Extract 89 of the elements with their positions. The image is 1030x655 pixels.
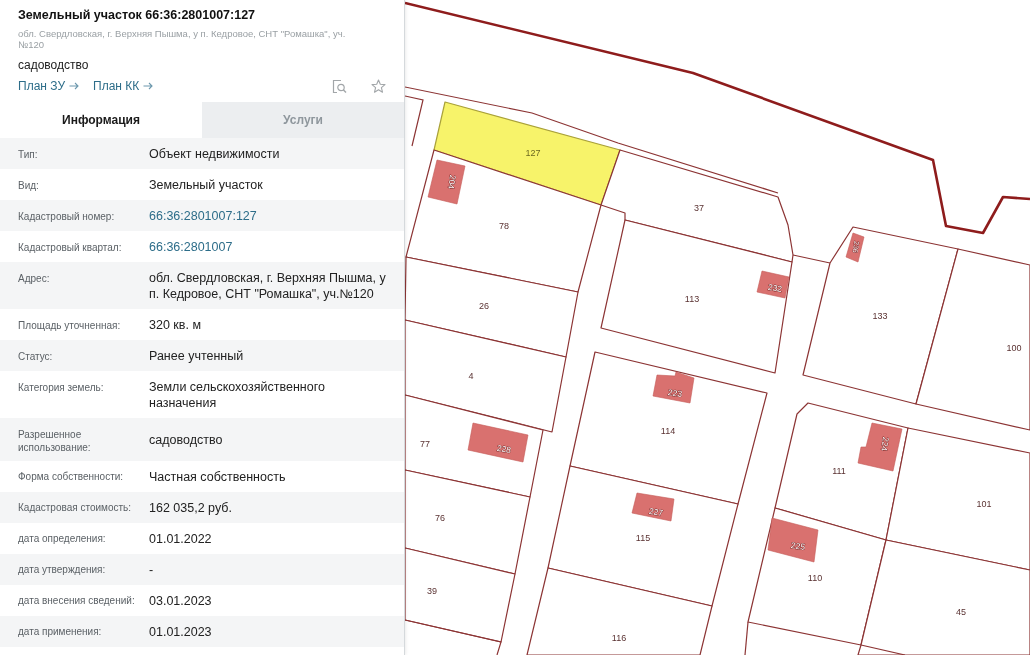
selected-land-parcel[interactable] xyxy=(433,101,621,206)
field-label: дата утверждения: xyxy=(18,563,107,576)
building-number: 204 xyxy=(445,174,459,190)
building-number: 225 xyxy=(790,540,806,552)
field-label: Категория земель: xyxy=(18,380,105,394)
building-number: 232 xyxy=(767,281,783,295)
field-value: - xyxy=(149,561,155,578)
land-parcel[interactable] xyxy=(405,149,602,293)
land-parcel[interactable] xyxy=(547,465,739,607)
land-parcel[interactable] xyxy=(405,256,579,358)
plan-link[interactable]: План КК xyxy=(93,79,154,93)
building-number: 223 xyxy=(667,387,683,399)
field-value: садоводство xyxy=(149,431,224,448)
building xyxy=(767,517,819,563)
parcel-number: 110 xyxy=(807,573,823,583)
building-number: 227 xyxy=(648,505,664,519)
parcel-number: 37 xyxy=(694,203,704,213)
field-label: Кадастровая стоимость: xyxy=(18,501,133,514)
field-label: Кадастровый номер: xyxy=(18,209,116,223)
parcel-number: 101 xyxy=(976,499,992,509)
parcel-title: Земельный участок 66:36:2801007:127 xyxy=(18,7,257,23)
field-value: 320 кв. м xyxy=(149,317,202,333)
building xyxy=(652,371,695,404)
field-label: Тип: xyxy=(18,147,39,161)
building-number: 224 xyxy=(878,436,892,452)
field-value: Земли сельскохозяйственного назначения xyxy=(149,379,326,411)
land-parcel[interactable] xyxy=(802,226,959,405)
building xyxy=(756,270,790,299)
star-icon[interactable] xyxy=(371,78,386,94)
parcel-number: 115 xyxy=(635,533,651,543)
parcel-number: 133 xyxy=(872,311,888,321)
land-parcel[interactable] xyxy=(405,469,531,575)
land-parcel[interactable] xyxy=(405,547,516,643)
field-label: Вид: xyxy=(18,178,40,192)
building xyxy=(857,422,903,472)
field-value: Земельный участок xyxy=(149,177,264,193)
land-parcel[interactable] xyxy=(405,319,567,433)
field-value: 01.01.2023 xyxy=(149,623,213,640)
building xyxy=(467,422,529,463)
boundary-line xyxy=(860,644,906,655)
parcel-number: 76 xyxy=(435,513,445,523)
building xyxy=(845,232,865,263)
land-parcel[interactable] xyxy=(600,149,794,263)
field-label: Форма собственности: xyxy=(18,470,125,483)
plan-link[interactable]: План ЗУ xyxy=(18,79,79,93)
field-value: Ранее учтенный xyxy=(149,348,245,364)
land-parcel[interactable] xyxy=(915,248,1030,431)
usage-text: садоводство xyxy=(18,58,90,72)
parcel-number: 45 xyxy=(956,607,966,617)
field-value: 162 035,2 руб. xyxy=(149,499,233,516)
building xyxy=(631,492,675,522)
field-label: дата внесения сведений: xyxy=(18,594,136,607)
cadastral-link[interactable]: 66:36:2801007 xyxy=(149,239,393,255)
parcel-number: 4 xyxy=(468,371,474,381)
field-value: обл. Свердловская, г. Верхняя Пышма, у п. Кедровое, СНТ "Ромашка", уч.№120 xyxy=(149,270,387,302)
parcel-number: 78 xyxy=(499,221,509,231)
field-value: Объект недвижимости xyxy=(149,146,281,162)
field-label: Площадь уточненная: xyxy=(18,318,122,332)
field-label: Адрес: xyxy=(18,271,51,285)
parcel-number: 100 xyxy=(1006,343,1022,353)
land-parcel[interactable] xyxy=(600,219,793,374)
field-value: Частная собственность xyxy=(149,468,287,485)
building-number: 228 xyxy=(496,442,512,456)
arrow-right-icon xyxy=(143,82,154,90)
boundary-line xyxy=(792,254,831,264)
parcel-number: 116 xyxy=(611,633,627,643)
field-value: 01.01.2022 xyxy=(149,530,213,547)
parcel-number: 111 xyxy=(832,466,846,476)
arrow-right-icon xyxy=(69,82,79,90)
document-search-icon[interactable] xyxy=(332,78,347,94)
field-label: дата определения: xyxy=(18,532,107,545)
parcel-number: 77 xyxy=(420,439,430,449)
land-parcel[interactable] xyxy=(857,539,1030,655)
parcel-number: 114 xyxy=(660,426,676,436)
parcel-number: 127 xyxy=(525,148,541,158)
address-text: обл. Свердловская, г. Верхняя Пышма, у п. Кедровое, СНТ "Ромашка", уч. №120 xyxy=(18,28,347,50)
parcel-number: 39 xyxy=(427,586,437,596)
field-value: 03.01.2023 xyxy=(149,592,213,609)
land-parcel[interactable] xyxy=(569,351,768,505)
boundary-line xyxy=(744,621,749,655)
field-label: Разрешенное использование: xyxy=(18,427,92,454)
field-label: дата применения: xyxy=(18,625,103,638)
cadastral-link[interactable]: 66:36:2801007:127 xyxy=(149,208,393,224)
field-label: Статус: xyxy=(18,349,54,363)
land-parcel[interactable] xyxy=(526,567,713,655)
building xyxy=(427,159,466,205)
parcel-number: 113 xyxy=(684,294,700,304)
field-label: Кадастровый квартал: xyxy=(18,240,123,254)
parcel-number: 26 xyxy=(479,301,489,311)
